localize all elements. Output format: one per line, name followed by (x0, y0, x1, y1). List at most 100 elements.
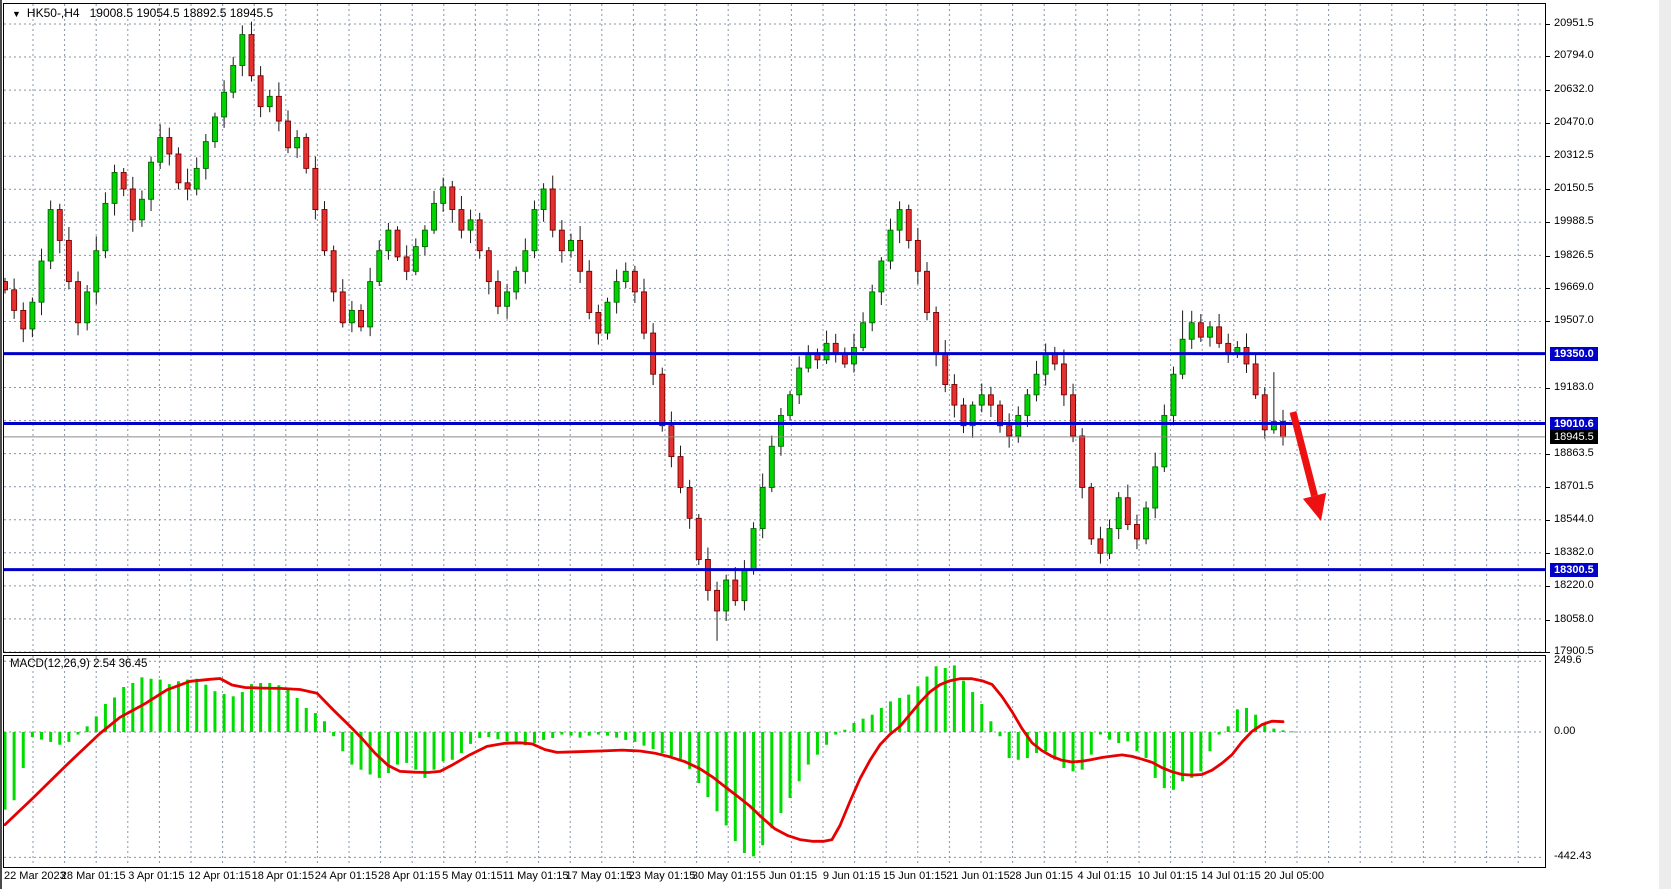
ohlc-values: 19008.5 19054.5 18892.5 18945.5 (90, 6, 274, 20)
macd-hist-bar (433, 732, 436, 770)
macd-tick-label: 0.00 (1554, 725, 1575, 737)
macd-hist-bar (31, 732, 34, 737)
macd-hist-bar (1263, 725, 1266, 732)
macd-hist-bar (1072, 732, 1075, 771)
candle-up (742, 570, 747, 601)
candle-down (906, 210, 911, 241)
macd-hist-bar (40, 732, 43, 740)
macd-hist-bar (999, 732, 1002, 736)
macd-hist-bar (989, 721, 992, 732)
macd-hist-bar (451, 732, 454, 760)
candle-up (231, 65, 236, 92)
price-chart-canvas[interactable] (3, 3, 1546, 653)
candle-down (678, 457, 683, 488)
candle-up (979, 395, 984, 405)
date-label: 22 Mar 2023 (4, 870, 66, 882)
macd-hist-bar (1145, 732, 1148, 758)
macd-hist-bar (1062, 732, 1065, 768)
candle-down (952, 385, 957, 406)
date-label: 14 Jul 01:15 (1201, 870, 1261, 882)
macd-hist-bar (597, 732, 600, 735)
macd-hist-bar (469, 732, 472, 744)
candle-down (1134, 524, 1139, 538)
main-grid (4, 4, 1544, 652)
macd-hist-bar (350, 732, 353, 765)
price-tick-label: 19826.5 (1554, 249, 1594, 261)
price-tick-label: 18544.0 (1554, 513, 1594, 525)
candle-down (331, 251, 336, 292)
price-tick-label: 18382.0 (1554, 546, 1594, 558)
candle-up (212, 117, 217, 142)
price-tick-mark (1546, 24, 1550, 25)
macd-hist-bar (122, 687, 125, 732)
date-label: 17 May 01:15 (565, 870, 632, 882)
macd-hist-bar (1135, 732, 1138, 751)
macd-hist-bar (1227, 726, 1230, 732)
trend-arrow-annotation[interactable] (1293, 412, 1326, 521)
price-tick-mark (1546, 520, 1550, 521)
candle-up (222, 92, 227, 117)
hline-price-label: 19350.0 (1550, 347, 1598, 361)
macd-hist-bar (1199, 732, 1202, 771)
macd-indicator-label: MACD(12,26,9) 2.54 36.45 (10, 658, 147, 670)
price-tick-label: 18701.5 (1554, 480, 1594, 492)
symbol-dropdown-icon[interactable]: ▼ (12, 9, 21, 19)
candle-down (733, 580, 738, 601)
candle-down (395, 230, 400, 257)
candle-down (660, 374, 665, 425)
candle-down (1061, 364, 1066, 395)
candle-up (523, 251, 528, 272)
macd-panel-canvas[interactable] (3, 655, 1546, 868)
candle-down (943, 354, 948, 385)
price-tick-label: 20312.5 (1554, 149, 1594, 161)
macd-hist-bar (478, 732, 481, 738)
macd-hist-bar (643, 732, 646, 746)
candle-up (1189, 323, 1194, 339)
candle-down (130, 189, 135, 220)
macd-hist-bar (1218, 732, 1221, 735)
date-label: 28 Apr 01:15 (378, 870, 440, 882)
candle-down (185, 183, 190, 189)
price-tick-label: 19183.0 (1554, 381, 1594, 393)
candle-down (322, 210, 327, 251)
candle-down (1052, 354, 1057, 364)
candle-up (824, 343, 829, 359)
candle-up (1043, 354, 1048, 375)
price-tick-label: 20951.5 (1554, 17, 1594, 29)
date-label: 4 Jul 01:15 (1077, 870, 1131, 882)
macd-hist-bar (615, 732, 618, 738)
candle-down (578, 240, 583, 271)
date-label: 28 Jun 01:15 (1009, 870, 1073, 882)
candle-down (21, 310, 26, 329)
window-right-border (1659, 0, 1671, 889)
macd-hist-bar (953, 665, 956, 732)
candle-down (1098, 539, 1103, 553)
date-label: 9 Jun 01:15 (823, 870, 881, 882)
price-tick-label: 20632.0 (1554, 83, 1594, 95)
date-label: 23 May 01:15 (629, 870, 696, 882)
candle-down (715, 590, 720, 611)
macd-hist-bar (542, 732, 545, 740)
candle-up (751, 529, 756, 570)
window-left-border (0, 0, 2, 889)
macd-hist-bar (1008, 732, 1011, 758)
candle-down (842, 354, 847, 364)
candle-up (349, 310, 354, 322)
macd-hist-bar (716, 732, 719, 811)
macd-hist-bar (825, 732, 828, 745)
price-tick-label: 19507.0 (1554, 314, 1594, 326)
macd-hist-bar (496, 732, 499, 739)
macd-hist-bar (150, 679, 153, 732)
price-axis[interactable]: 20951.520794.020632.020470.020312.520150… (1546, 0, 1658, 868)
macd-hist-bar (259, 683, 262, 732)
date-label: 3 Apr 01:15 (128, 870, 184, 882)
macd-panel-border (4, 656, 1546, 868)
macd-hist-bar (588, 732, 591, 736)
candle-down (495, 282, 500, 307)
price-tick-mark (1546, 586, 1550, 587)
candle-down (934, 312, 939, 353)
time-axis[interactable]: 22 Mar 202328 Mar 01:153 Apr 01:1512 Apr… (3, 869, 1546, 889)
macd-hist-bar (734, 732, 737, 841)
macd-hist-bar (95, 716, 98, 732)
candle-up (194, 168, 199, 189)
